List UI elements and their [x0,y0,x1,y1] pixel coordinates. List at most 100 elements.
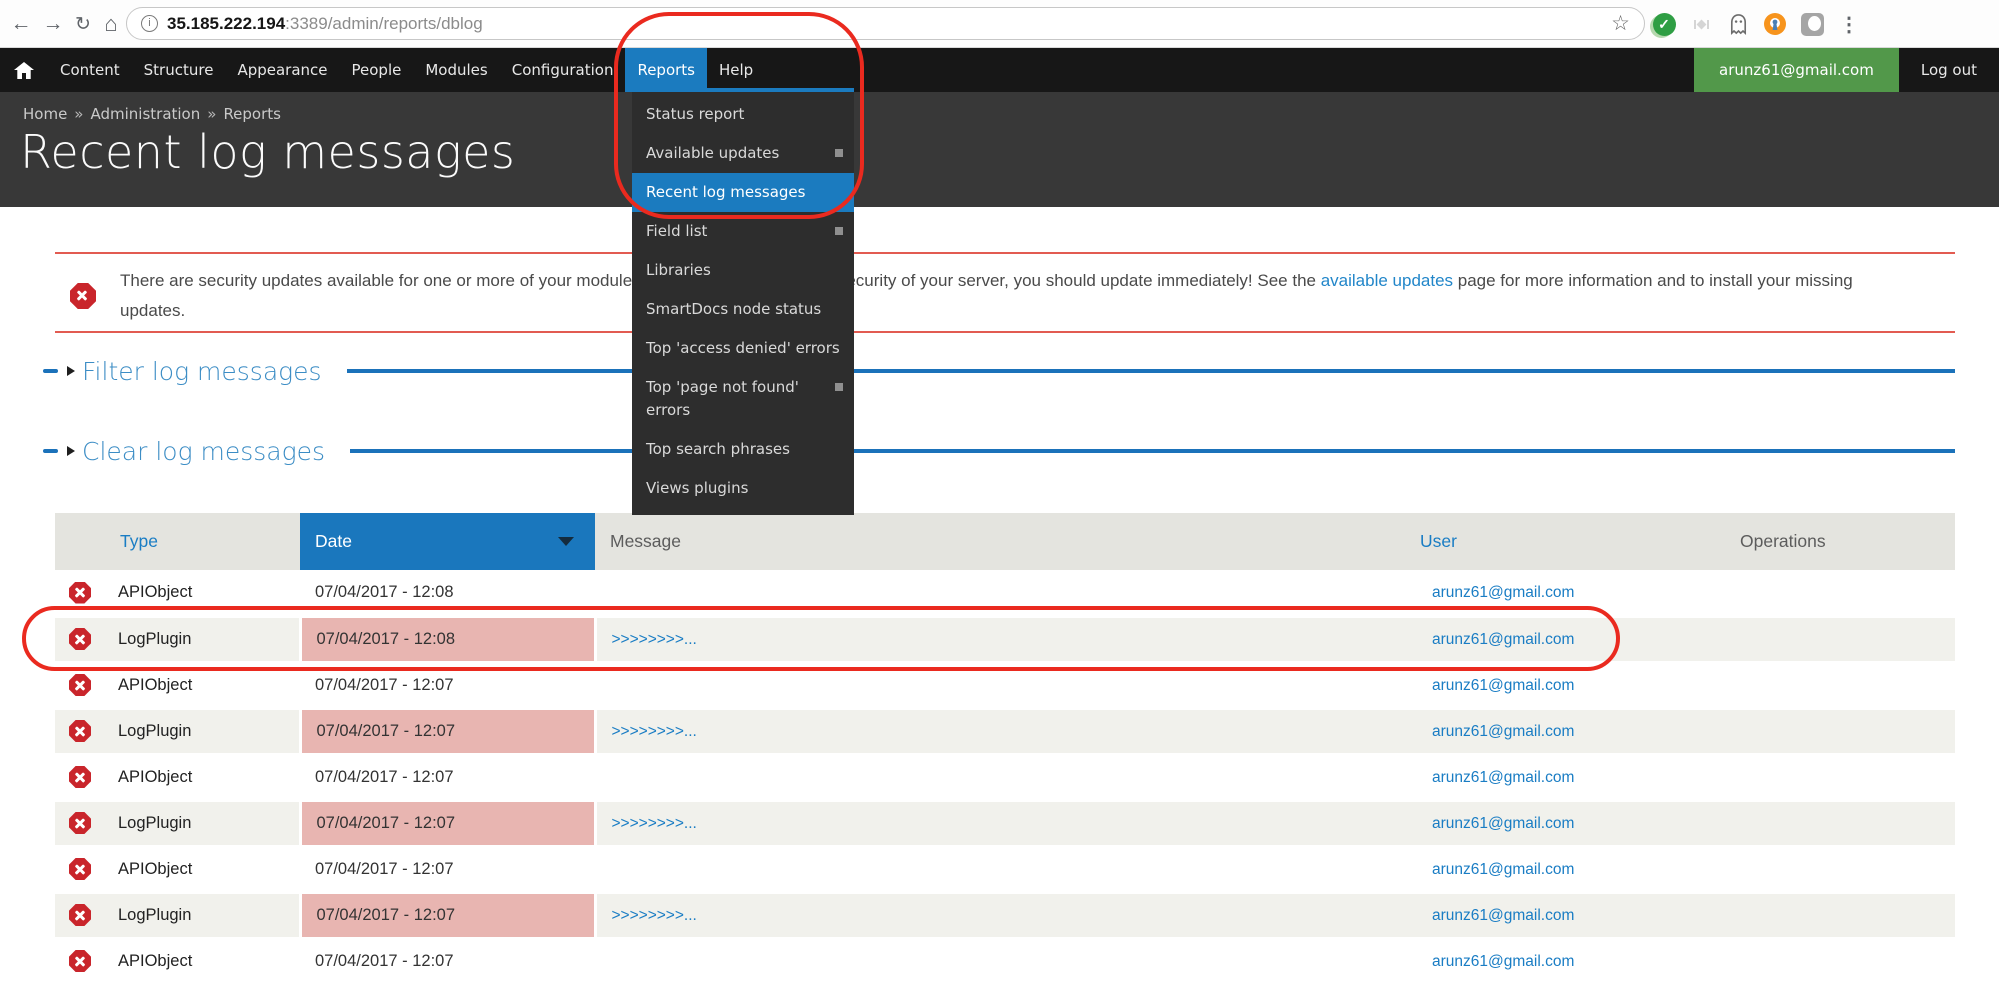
date-cell: 07/04/2017 - 12:07 [300,846,595,892]
message-cell [595,662,1410,708]
url-text[interactable]: 35.185.222.194:3389/admin/reports/dblog [167,14,483,34]
severity-cell [55,846,105,892]
user-link[interactable]: arunz61@gmail.com [1410,723,1574,740]
breadcrumb-separator: » [74,105,83,123]
message-link[interactable]: >>>>>>>>... [597,631,697,648]
toolbar-items: ContentStructureAppearancePeopleModulesC… [48,48,765,92]
operations-cell [1690,708,1955,754]
menu-item-top-page-not-found-errors[interactable]: Top 'page not found' errors [632,368,854,430]
breadcrumb-administration[interactable]: Administration [90,105,200,123]
severity-cell [55,938,105,984]
update-marker-icon [835,227,843,235]
severity-cell [55,800,105,846]
operations-cell [1690,616,1955,662]
collapsed-arrow-icon[interactable] [67,446,75,456]
column-date: Date [300,513,595,570]
site-info-icon[interactable]: i [141,15,158,32]
operations-cell [1690,754,1955,800]
sort-by-user-link[interactable]: User [1420,531,1457,551]
filter-log-messages-toggle[interactable]: Filter log messages [82,357,322,386]
breadcrumb-reports[interactable]: Reports [223,105,281,123]
toolbar-item-reports[interactable]: Reports [625,48,707,92]
user-link[interactable]: arunz61@gmail.com [1410,769,1574,786]
type-cell: APIObject [105,754,300,800]
message-cell [595,570,1410,616]
menu-item-recent-log-messages[interactable]: Recent log messages [632,173,854,212]
toolbar-item-appearance[interactable]: Appearance [225,48,339,92]
error-icon [69,582,91,604]
message-link[interactable]: >>>>>>>>... [597,815,697,832]
user-link[interactable]: arunz61@gmail.com [1410,677,1574,694]
user-cell: arunz61@gmail.com [1410,616,1690,662]
security-update-message: There are security updates available for… [55,252,1955,333]
error-icon [69,950,91,972]
toolbar-home-icon[interactable] [0,48,48,92]
available-updates-link[interactable]: available updates [1321,271,1453,290]
operations-cell [1690,662,1955,708]
menu-item-available-updates[interactable]: Available updates [632,134,854,173]
disabled-extension-icon[interactable] [1689,12,1713,36]
menu-item-top-access-denied-errors[interactable]: Top 'access denied' errors [632,329,854,368]
collapsed-arrow-icon[interactable] [67,366,75,376]
account-name[interactable]: arunz61@gmail.com [1694,48,1899,92]
toolbar-item-modules[interactable]: Modules [413,48,499,92]
toolbar-item-people[interactable]: People [340,48,414,92]
page-title: Recent log messages [20,125,515,179]
address-bar[interactable]: i 35.185.222.194:3389/admin/reports/dblo… [126,7,1645,40]
menu-item-smartdocs-node-status[interactable]: SmartDocs node status [632,290,854,329]
filter-log-messages-section: Filter log messages [43,352,1955,390]
type-cell: LogPlugin [105,616,300,662]
openvpn-extension-icon[interactable] [1763,12,1787,36]
menu-item-top-search-phrases[interactable]: Top search phrases [632,430,854,469]
menu-item-field-list[interactable]: Field list [632,212,854,251]
toolbar-item-help[interactable]: Help [707,48,765,92]
message-cell: >>>>>>>>... [595,892,1410,938]
house-icon [14,62,34,79]
date-cell: 07/04/2017 - 12:07 [300,708,595,754]
dash-bullet-icon [43,369,58,373]
clear-log-messages-toggle[interactable]: Clear log messages [82,437,325,466]
type-cell: APIObject [105,570,300,616]
severity-cell [55,616,105,662]
screenshot-extension-icon[interactable] [1800,12,1824,36]
admin-toolbar: ContentStructureAppearancePeopleModulesC… [0,48,1999,92]
breadcrumb-separator: » [207,105,216,123]
message-link[interactable]: >>>>>>>>... [597,907,697,924]
menu-item-views-plugins[interactable]: Views plugins [632,469,854,508]
column-operations: Operations [1690,513,1955,570]
sort-by-date-link[interactable]: Date [315,531,352,551]
browser-menu-dots-icon[interactable]: ⋮ [1837,12,1861,36]
toolbar-item-content[interactable]: Content [48,48,132,92]
date-cell: 07/04/2017 - 12:08 [300,616,595,662]
log-table-row: LogPlugin07/04/2017 - 12:07>>>>>>>>...ar… [55,892,1955,938]
browser-back-icon[interactable]: ← [4,0,38,48]
user-link[interactable]: arunz61@gmail.com [1410,907,1574,924]
breadcrumb-home[interactable]: Home [23,105,67,123]
toolbar-item-configuration[interactable]: Configuration [500,48,626,92]
user-link[interactable]: arunz61@gmail.com [1410,584,1574,601]
message-link[interactable]: >>>>>>>>... [597,723,697,740]
ghost-icon [1727,13,1750,36]
user-link[interactable]: arunz61@gmail.com [1410,861,1574,878]
ghostery-extension-icon[interactable] [1726,12,1750,36]
adblock-extension-icon[interactable]: ✓ [1652,12,1676,36]
message-cell: >>>>>>>>... [595,800,1410,846]
user-link[interactable]: arunz61@gmail.com [1410,815,1574,832]
update-marker-icon [835,149,843,157]
bookmark-star-icon[interactable]: ☆ [1611,11,1630,36]
user-link[interactable]: arunz61@gmail.com [1410,631,1574,648]
message-cell [595,754,1410,800]
user-link[interactable]: arunz61@gmail.com [1410,953,1574,970]
log-table-row: APIObject07/04/2017 - 12:07arunz61@gmail… [55,754,1955,800]
menu-item-libraries[interactable]: Libraries [632,251,854,290]
message-cell [595,846,1410,892]
browser-home-icon[interactable]: ⌂ [94,0,128,48]
logout-button[interactable]: Log out [1899,48,1999,92]
log-table-row: APIObject07/04/2017 - 12:07arunz61@gmail… [55,938,1955,984]
error-icon [69,674,91,696]
toolbar-item-structure[interactable]: Structure [132,48,226,92]
menu-item-status-report[interactable]: Status report [632,95,854,134]
browser-forward-icon[interactable]: → [36,0,70,48]
operations-cell [1690,846,1955,892]
sort-by-type-link[interactable]: Type [120,531,158,551]
